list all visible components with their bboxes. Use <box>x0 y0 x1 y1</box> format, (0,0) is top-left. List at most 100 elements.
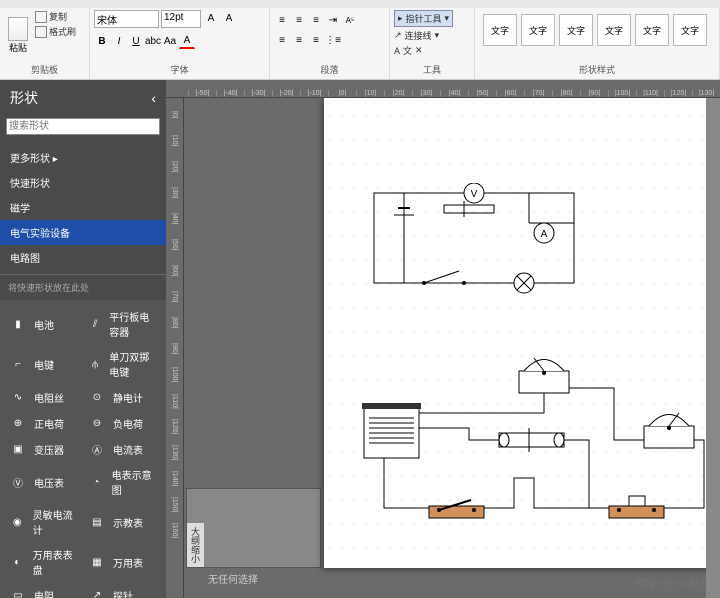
shape-item-meter-diagram[interactable]: ◔电表示意图 <box>83 462 162 502</box>
align-bottom-button[interactable]: ≡ <box>308 12 324 28</box>
underline-button[interactable]: U <box>128 33 144 49</box>
format-painter-button[interactable]: 格式刷 <box>35 25 76 38</box>
style-item[interactable]: 文字 <box>635 14 669 46</box>
style-item[interactable]: 文字 <box>673 14 707 46</box>
align-right-button[interactable]: ≡ <box>308 32 324 48</box>
plus-icon: ⊕ <box>8 415 28 431</box>
dpdt-icon: ⫛ <box>87 356 103 372</box>
canvas-area: |-50||-40||-30||-20||-10||0||10||20||30|… <box>166 80 720 598</box>
shape-item-multimeter-dial[interactable]: ◐万用表表盘 <box>4 542 83 582</box>
shape-item-plus[interactable]: ⊕ 正电荷 <box>4 410 83 436</box>
paragraph-group-label: 段落 <box>274 63 385 77</box>
bullets-button[interactable]: ⋮≡ <box>325 32 341 48</box>
shape-item-demo-meter[interactable]: ▤示教表 <box>83 502 162 542</box>
electrometer-icon: ⊙ <box>87 389 107 405</box>
shape-item-galvanometer[interactable]: ◉灵敏电流计 <box>4 502 83 542</box>
shapes-panel: 形状 ‹ 更多形状 ▸快速形状磁学电气实验设备电路图 将快速形状放在此处 ▮ 电池… <box>0 80 166 598</box>
style-item[interactable]: 文字 <box>559 14 593 46</box>
shape-label: 电键 <box>34 357 54 372</box>
shape-label: 电阻 <box>34 588 54 598</box>
svg-text:V: V <box>471 189 478 200</box>
quick-shapes-hint: 将快速形状放在此处 <box>0 274 166 300</box>
category-item[interactable]: 磁学 <box>0 195 166 220</box>
decrease-font-button[interactable]: A <box>221 10 237 26</box>
shape-item-transformer[interactable]: ▣ 变压器 <box>4 436 83 462</box>
shape-item-battery[interactable]: ▮ 电池 <box>4 304 83 344</box>
superscript-button[interactable]: A⁵ <box>342 12 358 28</box>
shape-label: 灵敏电流计 <box>33 507 79 537</box>
align-top-button[interactable]: ≡ <box>274 12 290 28</box>
collapse-panel-button[interactable]: ‹ <box>151 90 156 106</box>
shape-item-fuse[interactable]: ∿ 电阻丝 <box>4 384 83 410</box>
style-item[interactable]: 文字 <box>483 14 517 46</box>
minimap-tab[interactable]: 大纲缩小 <box>187 523 204 567</box>
ribbon: 粘贴 复制 格式刷 剪贴板 宋体 12pt A A B I <box>0 8 720 80</box>
category-item[interactable]: 电路图 <box>0 245 166 270</box>
align-left-button[interactable]: ≡ <box>274 32 290 48</box>
minus-icon: ⊖ <box>87 415 107 431</box>
shape-label: 正电荷 <box>34 416 64 431</box>
font-size-select[interactable]: 12pt <box>161 10 201 28</box>
strike-button[interactable]: abc <box>145 33 161 49</box>
font-color-button[interactable]: A <box>179 33 195 49</box>
multimeter-dial-icon: ◐ <box>8 554 27 570</box>
shape-item-minus[interactable]: ⊖ 负电荷 <box>83 410 162 436</box>
shape-label: 单刀双掷电键 <box>109 349 158 379</box>
shape-style-gallery[interactable]: 文字文字文字文字文字文字 <box>479 10 711 50</box>
shape-label: 负电荷 <box>113 416 143 431</box>
styles-group-label: 形状样式 <box>479 63 715 77</box>
circuit-diagram-2[interactable] <box>334 348 714 548</box>
shape-label: 示教表 <box>113 515 143 530</box>
shape-item-electrometer[interactable]: ⊙ 静电计 <box>83 384 162 410</box>
font-group-label: 字体 <box>94 63 265 77</box>
align-middle-button[interactable]: ≡ <box>291 12 307 28</box>
pointer-tool-button[interactable]: ▸ 指针工具 ▾ <box>394 10 453 27</box>
drawing-page[interactable]: V A <box>324 98 720 568</box>
paste-button[interactable]: 粘贴 <box>4 10 32 60</box>
shape-label: 电池 <box>34 317 54 332</box>
shape-item-ammeter[interactable]: Ⓐ电流表 <box>83 436 162 462</box>
connector-tool-button[interactable]: ↗ 连接线 ▾ <box>394 29 439 42</box>
shape-item-dpdt[interactable]: ⫛ 单刀双掷电键 <box>83 344 162 384</box>
bold-button[interactable]: B <box>94 33 110 49</box>
category-item[interactable]: 快速形状 <box>0 170 166 195</box>
menubar <box>0 0 720 8</box>
italic-button[interactable]: I <box>111 33 127 49</box>
battery-icon: ▮ <box>8 316 28 332</box>
text-tool-button[interactable]: A 文 ✕ <box>394 44 423 57</box>
copy-button[interactable]: 复制 <box>35 10 76 23</box>
fuse-icon: ∿ <box>8 389 28 405</box>
shape-item-switch[interactable]: ⌐电键 <box>4 344 83 384</box>
shape-search-input[interactable] <box>6 118 160 135</box>
shape-label: 静电计 <box>113 390 143 405</box>
indent-button[interactable]: ⇥ <box>325 12 341 28</box>
shape-label: 电阻丝 <box>34 390 64 405</box>
transformer-icon: ▣ <box>8 441 28 457</box>
clipboard-group-label: 剪贴板 <box>4 63 85 77</box>
tools-group-label: 工具 <box>394 63 470 77</box>
text-case-button[interactable]: Aa <box>162 33 178 49</box>
shape-item-capacitor[interactable]: ⫽平行板电容器 <box>83 304 162 344</box>
horizontal-ruler: |-50||-40||-30||-20||-10||0||10||20||30|… <box>166 80 720 98</box>
shapes-panel-title: 形状 <box>10 88 38 108</box>
category-item[interactable]: 电气实验设备 <box>0 220 166 245</box>
shape-item-probe[interactable]: ↗ 探针 <box>83 582 162 598</box>
style-item[interactable]: 文字 <box>597 14 631 46</box>
vertical-scrollbar[interactable] <box>706 98 720 598</box>
probe-icon: ↗ <box>87 587 107 598</box>
circuit-diagram-1[interactable]: V A <box>364 183 594 303</box>
font-family-select[interactable]: 宋体 <box>94 10 159 28</box>
category-item[interactable]: 更多形状 ▸ <box>0 145 166 170</box>
shape-item-resistor[interactable]: ▭ 电阻 <box>4 582 83 598</box>
align-center-button[interactable]: ≡ <box>291 32 307 48</box>
shape-item-multimeter[interactable]: ▦万用表 <box>83 542 162 582</box>
resistor-icon: ▭ <box>8 587 28 598</box>
style-item[interactable]: 文字 <box>521 14 555 46</box>
shape-label: 探针 <box>113 588 133 598</box>
shape-label: 平行板电容器 <box>109 309 158 339</box>
voltmeter-icon: Ⓥ <box>8 474 28 490</box>
shape-item-voltmeter[interactable]: Ⓥ 电压表 <box>4 462 83 502</box>
shape-label: 电压表 <box>34 475 64 490</box>
increase-font-button[interactable]: A <box>203 10 219 26</box>
shape-label: 变压器 <box>34 442 64 457</box>
